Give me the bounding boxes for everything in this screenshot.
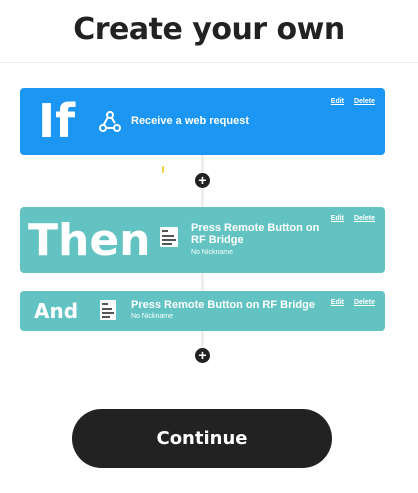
then-nickname: No Nickname (191, 249, 234, 256)
then-action-title: Press Remote Button on RF Bridge (191, 222, 320, 246)
delete-trigger-link[interactable]: Delete (354, 98, 375, 105)
and-actions: Edit Delete (323, 299, 375, 306)
trigger-description: Receive a web request (131, 115, 250, 127)
rf-bridge-thumbnail (160, 227, 178, 247)
and-nickname: No Nickname (131, 313, 174, 320)
and-action-title: Press Remote Button on RF Bridge (131, 299, 315, 311)
title-divider (0, 62, 418, 63)
then-label: Then (28, 215, 151, 266)
if-label: If (38, 94, 76, 148)
edit-and-link[interactable]: Edit (331, 299, 344, 306)
trigger-card[interactable]: If Receive a web request Edit Delete (20, 88, 385, 155)
edit-then-link[interactable]: Edit (331, 215, 344, 222)
cursor-marker (162, 166, 164, 173)
page-title: Create your own (73, 12, 345, 47)
add-action-button[interactable]: + (195, 173, 210, 188)
delete-and-link[interactable]: Delete (354, 299, 375, 306)
connector-line-middle (201, 273, 204, 291)
edit-trigger-link[interactable]: Edit (331, 98, 344, 105)
action-card-and[interactable]: And Press Remote Button on RF Bridge No … (20, 291, 385, 331)
continue-button[interactable]: Continue (72, 409, 332, 468)
trigger-actions: Edit Delete (323, 98, 375, 105)
webhooks-icon (99, 111, 121, 132)
and-label: And (34, 299, 79, 323)
add-another-action-button[interactable]: + (195, 348, 210, 363)
delete-then-link[interactable]: Delete (354, 215, 375, 222)
then-actions: Edit Delete (323, 215, 375, 222)
action-card-then[interactable]: Then Press Remote Button on RF Bridge No… (20, 207, 385, 273)
then-description: Press Remote Button on RF Bridge No Nick… (191, 222, 331, 257)
rf-bridge-thumbnail (100, 300, 116, 320)
and-description: Press Remote Button on RF Bridge No Nick… (131, 299, 315, 321)
